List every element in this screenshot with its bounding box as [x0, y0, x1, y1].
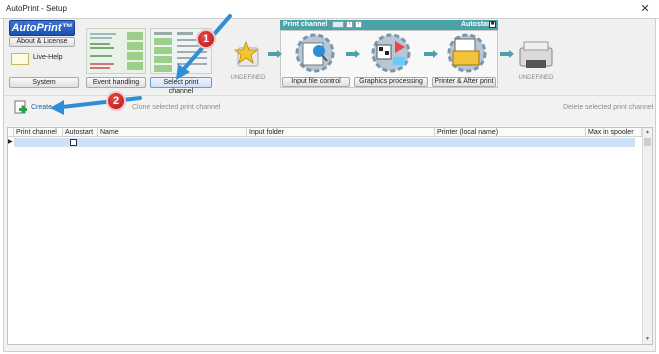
flow-arrow-icon	[500, 50, 514, 58]
col-autostart[interactable]: Autostart	[63, 128, 98, 137]
create-button[interactable]: Create n	[31, 104, 58, 111]
action-bar	[4, 95, 655, 123]
input-file-control-icon[interactable]	[289, 31, 341, 75]
vertical-scrollbar[interactable]: ▲ ▼	[642, 128, 652, 344]
output-printer-icon	[514, 38, 558, 72]
col-printer[interactable]: Printer (local name)	[435, 128, 586, 137]
annotation-badge-1: 1	[196, 29, 216, 49]
flow-arrow-icon	[424, 50, 438, 58]
undefined-label-right: UNDEFINED	[518, 75, 554, 81]
flow-arrow-icon	[346, 50, 360, 58]
col-print-channel[interactable]: Print channel	[14, 128, 63, 137]
close-button[interactable]: ✕	[638, 2, 652, 16]
clone-button[interactable]: Clone selected print channel	[132, 104, 220, 111]
about-license-button[interactable]: About & License	[9, 37, 75, 47]
printer-after-print-button[interactable]: Printer & After print	[432, 77, 496, 87]
autoprint-logo: AutoPrint™	[9, 20, 75, 36]
autostart-checkbox[interactable]: ■	[489, 21, 496, 28]
scroll-up-icon[interactable]: ▲	[644, 129, 651, 135]
col-name[interactable]: Name	[98, 128, 247, 137]
live-help-button[interactable]: Live-Help	[9, 52, 79, 66]
window-title: AutoPrint - Setup	[6, 4, 67, 13]
scroll-thumb[interactable]	[644, 138, 651, 146]
table-row[interactable]: ▶	[8, 138, 635, 147]
input-file-control-button[interactable]: Input file control	[282, 77, 350, 87]
autostart-label: Autostart	[461, 21, 493, 28]
channel-star-icon[interactable]	[232, 40, 264, 70]
system-button[interactable]: System	[9, 77, 79, 88]
channel-selector[interactable]	[332, 21, 344, 28]
delete-button[interactable]: Delete selected print channel	[563, 104, 653, 111]
annotation-badge-2: 2	[106, 91, 126, 111]
event-handling-button[interactable]: Event handling	[86, 77, 146, 88]
undefined-label-left: UNDEFINED	[230, 75, 266, 81]
live-help-label: Live-Help	[33, 54, 63, 61]
next-channel-button[interactable]: ›	[355, 21, 362, 28]
title-bar	[0, 0, 659, 19]
event-handling-thumbnail	[86, 28, 146, 74]
printer-after-print-icon[interactable]	[441, 31, 493, 75]
col-max-in-spooler[interactable]: Max in spooler	[586, 128, 642, 137]
scroll-down-icon[interactable]: ▼	[644, 336, 651, 342]
create-icon[interactable]	[13, 100, 29, 116]
row-pointer-icon: ▶	[8, 138, 14, 147]
prev-channel-button[interactable]: ‹	[346, 21, 353, 28]
graphics-processing-button[interactable]: Graphics processing	[354, 77, 428, 87]
help-icon	[11, 53, 29, 65]
flow-arrow-icon	[268, 50, 282, 58]
graphics-processing-icon[interactable]	[365, 31, 417, 75]
print-channel-grid: Print channel Autostart Name Input folde…	[7, 127, 653, 345]
col-input-folder[interactable]: Input folder	[247, 128, 435, 137]
select-print-channel-button[interactable]: Select print channel	[150, 77, 212, 95]
row-autostart-checkbox[interactable]	[70, 139, 77, 146]
